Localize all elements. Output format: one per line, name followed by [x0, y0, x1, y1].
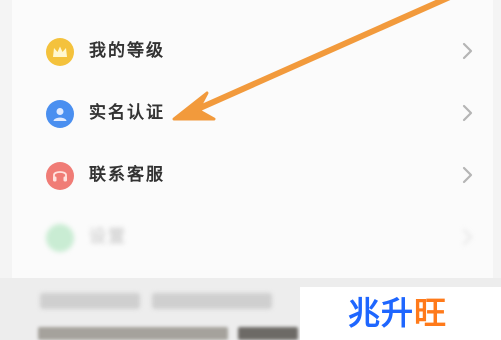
card-edge	[0, 0, 12, 278]
menu-item-contact-support[interactable]: 联系客服	[14, 146, 492, 204]
chevron-right-icon	[462, 104, 473, 122]
menu-item-label: 设置	[89, 227, 127, 247]
section-heading-blurred	[40, 293, 140, 309]
menu-item-label: 联系客服	[89, 165, 165, 185]
chevron-right-icon	[462, 166, 473, 184]
chevron-right-icon	[462, 42, 473, 60]
menu-item-label: 实名认证	[89, 103, 165, 123]
menu-item-settings[interactable]: 设置	[14, 208, 492, 266]
card-edge	[493, 0, 501, 278]
crown-icon	[46, 38, 74, 66]
thumbnail-blurred[interactable]	[238, 327, 298, 340]
watermark-text: 兆升旺	[348, 294, 448, 332]
menu-item-real-name-verification[interactable]: 实名认证	[14, 84, 492, 142]
user-badge-icon	[46, 100, 74, 128]
menu-item-my-level[interactable]: 我的等级	[14, 22, 492, 80]
watermark-logo: 兆升旺	[300, 287, 501, 340]
headset-icon	[46, 162, 74, 190]
settings-icon	[46, 224, 74, 252]
chevron-right-icon	[462, 228, 473, 246]
section-heading-blurred	[152, 293, 272, 309]
menu-item-label: 我的等级	[89, 41, 165, 61]
thumbnail-blurred[interactable]	[38, 327, 228, 340]
settings-card: 我的等级 实名认证 联系客服 设置	[0, 0, 501, 278]
